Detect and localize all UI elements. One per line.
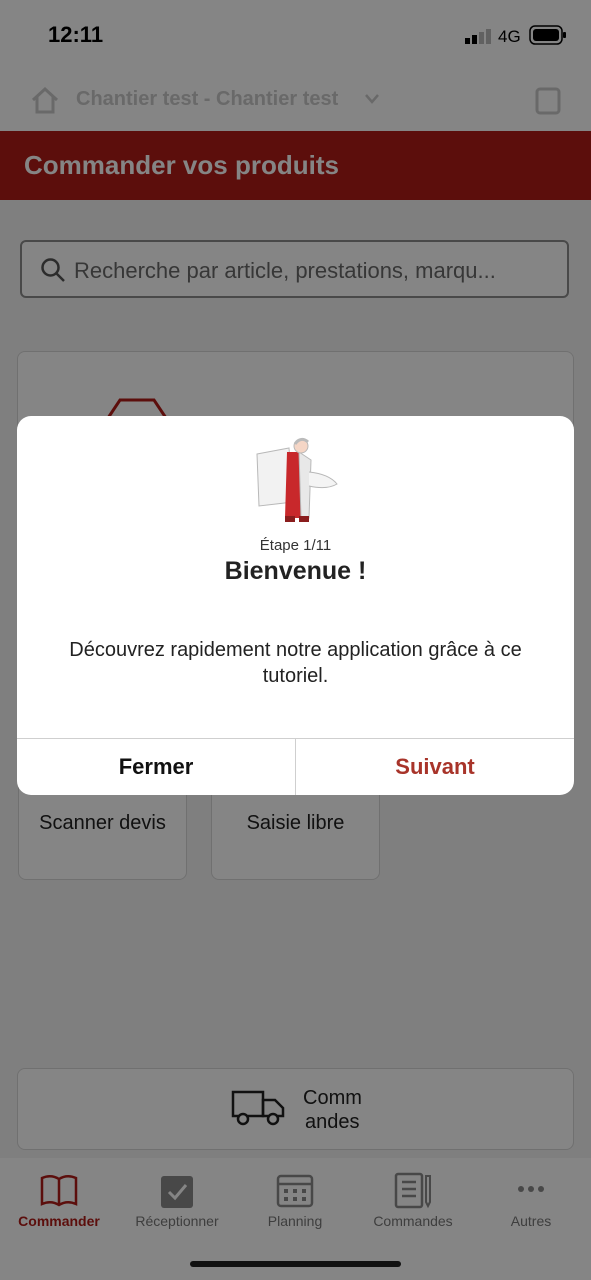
close-button[interactable]: Fermer: [17, 739, 295, 795]
tutorial-step: Étape 1/11: [259, 537, 332, 554]
tutorial-illustration: [256, 437, 338, 522]
tutorial-dialog: Étape 1/11 Bienvenue ! Découvrez rapidem…: [17, 416, 574, 795]
dialog-description: Découvrez rapidement notre application g…: [69, 639, 522, 687]
next-button[interactable]: Suivant: [296, 739, 574, 795]
dialog-title: Bienvenue !: [224, 557, 367, 585]
home-indicator[interactable]: [190, 1261, 401, 1267]
